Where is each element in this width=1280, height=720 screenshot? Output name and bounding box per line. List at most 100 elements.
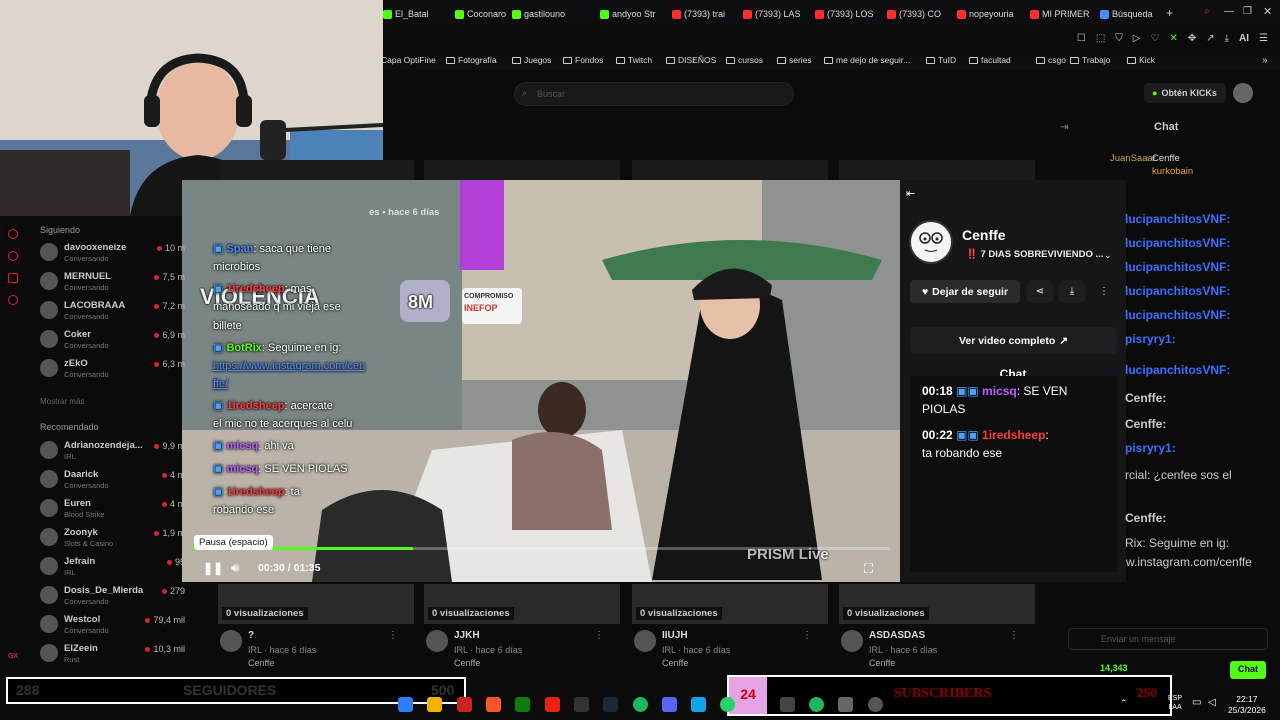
bookmark-item[interactable]: Fondos xyxy=(563,55,603,65)
browser-tab[interactable]: (7393) trai xyxy=(672,7,739,21)
browse-icon[interactable] xyxy=(8,251,18,261)
sidebar-channel[interactable]: Zoonyk Slots & Casino 1,9 m xyxy=(40,526,185,550)
get-kicks-button[interactable]: ● Obtén KICKs xyxy=(1144,83,1226,103)
sidebar-channel[interactable]: zEkO Conversando 6,3 m xyxy=(40,357,185,381)
ai-button[interactable]: AI xyxy=(1239,33,1249,44)
menu-icon[interactable]: ☰ xyxy=(1259,33,1268,44)
bookmark-item[interactable]: Kick xyxy=(1127,55,1155,65)
bookmarks-overflow-icon[interactable]: » xyxy=(1262,55,1268,66)
whatsapp-icon[interactable] xyxy=(720,697,735,712)
language-indicator[interactable]: ESP LAA xyxy=(1168,694,1182,712)
clip-thumbnail[interactable] xyxy=(839,160,1035,180)
sidebar-channel[interactable]: ElZeein Rust 10,3 mil xyxy=(40,642,185,666)
maximize-icon[interactable]: ❐ xyxy=(1243,6,1252,17)
progress-bar[interactable] xyxy=(192,547,890,550)
epic-games-icon[interactable] xyxy=(574,697,589,712)
puzzle-icon[interactable]: ✥ xyxy=(1188,33,1196,44)
sidebar-channel[interactable]: Dosis_De_Mierda Conversando 279 xyxy=(40,584,185,608)
browser-tab[interactable]: (7393) CO xyxy=(887,7,953,21)
xbox-icon[interactable] xyxy=(515,697,530,712)
sidebar-channel[interactable]: Jefrain IRL 95 xyxy=(40,555,185,579)
bookmark-item[interactable]: TuID xyxy=(926,55,956,65)
file-explorer-icon[interactable] xyxy=(427,697,442,712)
discord-icon[interactable] xyxy=(662,697,677,712)
sidebar-channel[interactable]: Westcol Conversando 79,4 mil xyxy=(40,613,185,637)
browser-tab[interactable]: (7393) LAS xyxy=(743,7,811,21)
settings-app-icon[interactable] xyxy=(838,697,853,712)
browser-tab[interactable]: (7393) LOS xyxy=(815,7,883,21)
clip-thumbnail[interactable] xyxy=(632,160,828,180)
browser-tab[interactable]: nopeyouria xyxy=(957,7,1026,21)
sidebar-channel[interactable]: davooxeneize Conversando 10 m xyxy=(40,241,185,265)
browser-tab[interactable]: El_Batal xyxy=(383,7,451,21)
bookmark-item[interactable]: me dejo de seguir... xyxy=(824,55,910,65)
bookmark-icon[interactable]: ☐ xyxy=(1077,33,1086,44)
download-icon[interactable]: ⤓ xyxy=(1225,33,1229,44)
bookmark-item[interactable]: facultad xyxy=(969,55,1011,65)
chat-send-input[interactable]: Enviar un mensaje xyxy=(1068,628,1268,650)
following-icon[interactable] xyxy=(8,273,18,283)
bookmark-item[interactable]: Trabajo xyxy=(1070,55,1111,65)
full-video-button[interactable]: Ver video completo ↗ xyxy=(910,327,1117,354)
browser-tab[interactable]: gastilouno xyxy=(512,7,596,21)
spotify-icon[interactable] xyxy=(633,697,648,712)
new-tab-button[interactable]: + xyxy=(1166,6,1173,20)
app-icon[interactable] xyxy=(545,697,560,712)
screenshot-icon[interactable]: ⬚ xyxy=(1096,33,1105,44)
unfollow-button[interactable]: ♥ Dejar de seguir xyxy=(910,280,1020,303)
browser-tab[interactable]: andyoo Str xyxy=(600,7,668,21)
clip-thumbnail[interactable] xyxy=(424,160,620,180)
shield-icon[interactable]: ⛉ xyxy=(1115,33,1123,44)
pause-button[interactable]: ❚❚ xyxy=(203,561,223,575)
tray-chevron-icon[interactable]: ⌃ xyxy=(1120,698,1128,709)
spotify2-icon[interactable] xyxy=(809,697,824,712)
bookmark-item[interactable]: Juegos xyxy=(512,55,551,65)
brave-icon[interactable] xyxy=(486,697,501,712)
clip-card[interactable]: JJKH IRL · hace 6 días Cenffe ⋮ xyxy=(424,628,614,672)
browser-tab[interactable]: MI PRIMER xyxy=(1030,7,1096,21)
heart-icon[interactable]: ♡ xyxy=(1150,33,1159,44)
sidebar-channel[interactable]: Daarick Conversando 4 m xyxy=(40,468,185,492)
minimize-icon[interactable]: — xyxy=(1224,6,1234,17)
play-icon[interactable]: ▷ xyxy=(1133,33,1141,44)
share-icon[interactable]: ↗ xyxy=(1206,33,1214,44)
chevron-down-icon[interactable]: ⌄ xyxy=(1104,250,1112,261)
sidebar-channel[interactable]: LACOBRAAA Conversando 7,2 m xyxy=(40,299,185,323)
close-window-icon[interactable]: ✕ xyxy=(1263,5,1272,18)
browser-tab[interactable]: Búsqueda xyxy=(1100,7,1160,21)
show-more-link[interactable]: Mostrar más xyxy=(40,397,84,406)
sidebar-channel[interactable]: Coker Conversando 6,9 m xyxy=(40,328,185,352)
sidebar-channel[interactable]: MERNUEL Conversando 7,5 m xyxy=(40,270,185,294)
bookmark-item[interactable]: csgo xyxy=(1036,55,1066,65)
more-icon[interactable]: ⋮ xyxy=(1009,630,1019,641)
bookmark-item[interactable]: Capa OptiFine xyxy=(381,55,436,65)
bookmark-item[interactable]: cursos xyxy=(726,55,763,65)
home-icon[interactable] xyxy=(8,229,18,239)
more-icon[interactable]: ⋮ xyxy=(802,630,812,641)
search-tabs-icon[interactable]: ⌕ xyxy=(1204,6,1210,17)
more-icon[interactable]: ⋮ xyxy=(388,630,398,641)
more-options-button[interactable]: ⋮ xyxy=(1091,280,1117,303)
panel-toggle-icon[interactable]: ⇤ xyxy=(906,187,915,200)
app3-icon[interactable] xyxy=(780,697,795,712)
clip-card[interactable]: ASDASDAS IRL · hace 6 días Cenffe ⋮ xyxy=(839,628,1029,672)
chat-send-button[interactable]: Chat xyxy=(1230,661,1266,679)
bookmark-item[interactable]: DISEÑOS xyxy=(666,55,716,65)
collapse-chat-icon[interactable]: ⇥ xyxy=(1060,122,1068,133)
video-player[interactable]: VIOLENCIA 8M COMPROMISO INEFOP PRISM Liv… xyxy=(182,180,900,582)
channel-avatar[interactable] xyxy=(909,220,953,264)
download-button[interactable]: ⤓ xyxy=(1059,280,1085,303)
user-avatar[interactable] xyxy=(1233,83,1253,103)
app2-icon[interactable] xyxy=(691,697,706,712)
sidebar-channel[interactable]: Adrianozendeja... IRL 9,9 m xyxy=(40,439,185,463)
search-input[interactable]: Buscar xyxy=(514,82,794,106)
obs-icon[interactable] xyxy=(868,697,883,712)
channel-name[interactable]: Cenffe xyxy=(962,227,1006,243)
extension-icon[interactable]: ✕ xyxy=(1169,33,1177,44)
sidebar-channel[interactable]: Euren Blood Strike 4 m xyxy=(40,497,185,521)
browser-tab[interactable]: Coconaro S xyxy=(455,7,508,21)
bookmark-item[interactable]: Fotografía xyxy=(446,55,497,65)
windows-start-icon[interactable] xyxy=(398,697,413,712)
share-button[interactable]: ⋖ xyxy=(1027,280,1053,303)
steam-icon[interactable] xyxy=(603,697,618,712)
